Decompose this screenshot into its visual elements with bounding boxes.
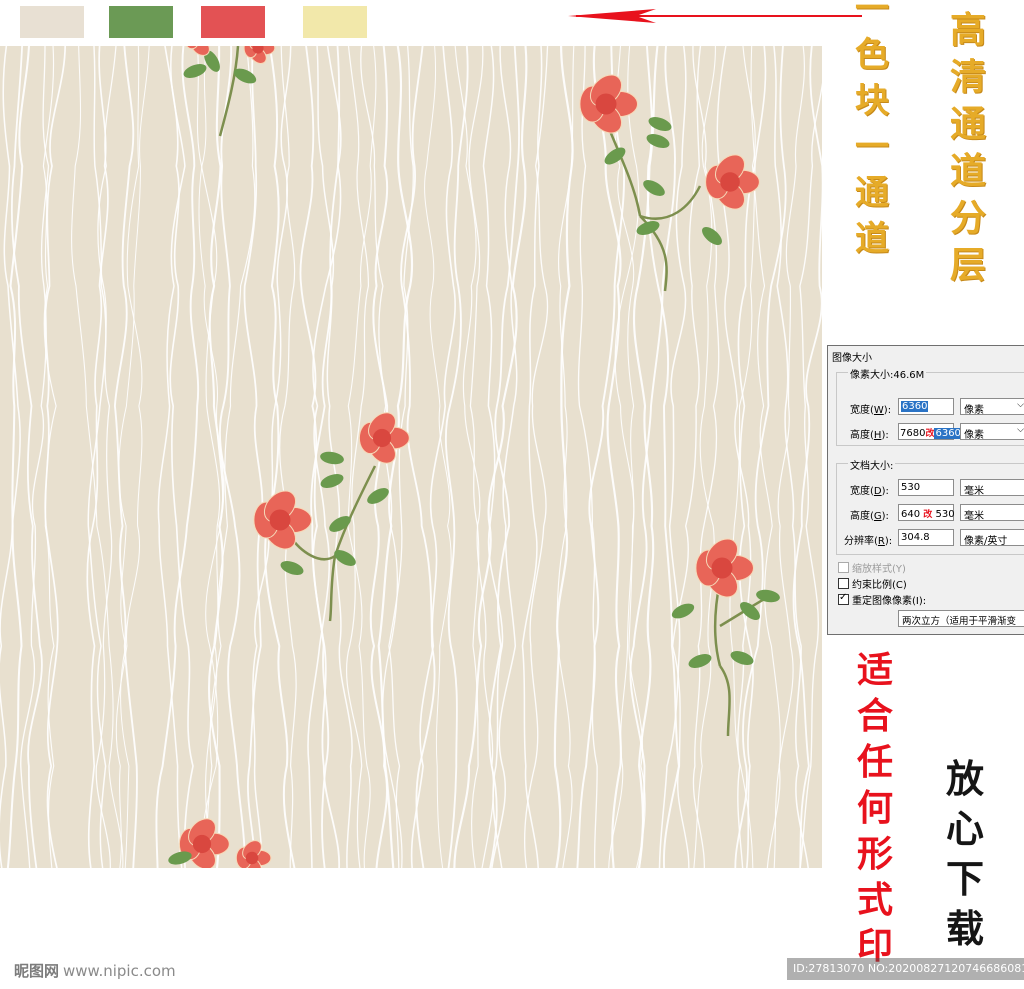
- black-annotation-char: 放: [946, 756, 985, 801]
- wavy-line: [206, 46, 256, 868]
- height-label: 高度(H):: [850, 430, 889, 441]
- leaf: [280, 561, 304, 575]
- site-watermark: 昵图网 www.nipic.com: [14, 962, 176, 980]
- leaf: [643, 180, 665, 196]
- leaf: [646, 134, 670, 148]
- wavy-line: [792, 46, 822, 868]
- pixel-size-label: 像素大小:46.6M: [848, 366, 927, 381]
- pixel-width-unit-select[interactable]: 像素 ⌵: [960, 398, 1024, 416]
- gold-annotation-char: 一: [855, 127, 889, 167]
- gold-annotation-char: 通: [950, 103, 987, 145]
- gold-annotation-char: 层: [950, 244, 987, 286]
- wavy-line: [773, 46, 809, 868]
- rose-flower: [358, 412, 410, 464]
- black-annotation-char: 载: [946, 906, 985, 951]
- red-annotation-char: 任: [857, 741, 894, 783]
- doc-width-unit-select[interactable]: 毫米: [960, 479, 1024, 497]
- annotation-hd-channel-layers: 高清通道分层: [950, 12, 986, 283]
- pixel-width-input[interactable]: 6360: [898, 398, 954, 415]
- document-size-label: 文档大小:: [848, 457, 896, 472]
- stem: [328, 555, 337, 622]
- wavy-line: [576, 46, 626, 868]
- annotation-suitable-any-print: 适合任何形式印: [857, 652, 893, 964]
- leaf: [671, 603, 695, 619]
- black-annotation-char: 下: [946, 856, 985, 901]
- red-annotation-char: 形: [857, 833, 894, 875]
- rose-flower: [235, 840, 272, 868]
- red-annotation-char: 何: [857, 787, 894, 829]
- arrow-left-icon: [568, 9, 862, 23]
- wavy-line: [658, 46, 687, 868]
- width-label: 宽度(W):: [850, 405, 892, 416]
- gold-annotation-char: 块: [855, 81, 889, 121]
- doc-height-label: 高度(G):: [850, 511, 889, 522]
- gold-annotation-char: 道: [855, 219, 889, 259]
- doc-width-input[interactable]: 530: [898, 479, 954, 496]
- constrain-proportions-checkbox[interactable]: 约束比例(C): [838, 576, 907, 591]
- wavy-line: [198, 46, 224, 868]
- gold-annotation-char: 色: [855, 35, 889, 75]
- wavy-line: [219, 46, 246, 868]
- wavy-line: [482, 46, 504, 868]
- swatch-green: [109, 6, 173, 38]
- floral-wallpaper-pattern: [0, 46, 822, 868]
- red-annotation-char: 适: [857, 649, 894, 691]
- rose-flower: [695, 538, 754, 598]
- gold-annotation-char: 一: [855, 0, 889, 29]
- resolution-input[interactable]: 304.8: [898, 529, 954, 546]
- wavy-line: [42, 46, 57, 868]
- dialog-title: 图像大小: [832, 353, 872, 364]
- swatch-red: [201, 6, 265, 38]
- pattern-canvas: [0, 46, 822, 868]
- wavy-line: [95, 46, 117, 868]
- gold-annotation-char: 清: [950, 56, 987, 98]
- wavy-line: [400, 46, 436, 868]
- pixel-height-unit-select[interactable]: 像素 ⌵: [960, 423, 1024, 441]
- wavy-line: [113, 46, 138, 868]
- scale-styles-checkbox[interactable]: 缩放样式(Y): [838, 560, 906, 575]
- annotation-download-safely: 放心下载: [946, 760, 984, 948]
- rose-flower: [705, 154, 760, 210]
- leaf: [648, 117, 672, 131]
- resample-checkbox[interactable]: 重定图像像素(I):: [838, 592, 926, 607]
- red-annotation-char: 合: [857, 695, 894, 737]
- swatch-beige: [20, 6, 84, 38]
- wavy-line: [608, 46, 635, 868]
- leaf: [320, 474, 344, 488]
- gold-annotation-char: 通: [855, 173, 889, 213]
- resolution-unit-select[interactable]: 像素/英寸: [960, 529, 1024, 547]
- image-size-dialog: 图像大小 像素大小:46.6M 宽度(W): 6360 像素 ⌵ 高度(H): 7…: [827, 345, 1024, 635]
- stem: [718, 665, 731, 737]
- doc-height-input[interactable]: 640 改 530: [898, 504, 955, 521]
- black-annotation-char: 心: [946, 806, 985, 851]
- wavy-line: [157, 46, 186, 868]
- wavy-line: [553, 46, 574, 868]
- leaf: [320, 451, 344, 465]
- stem: [218, 46, 240, 137]
- wavy-line: [424, 46, 452, 868]
- swatch-cream: [303, 6, 367, 38]
- annotation-one-color-one-channel: 一色块一通道: [855, 0, 889, 256]
- doc-width-label: 宽度(D):: [850, 486, 889, 497]
- resample-method-select[interactable]: 两次立方（适用于平滑渐变: [898, 610, 1024, 627]
- wavy-line: [488, 46, 520, 868]
- gold-annotation-char: 道: [950, 150, 987, 192]
- gold-annotation-char: 高: [950, 9, 987, 51]
- rose-flower: [579, 74, 638, 134]
- image-id-bar: ID:27813070 NO:20200827120746686081: [787, 958, 1024, 980]
- pixel-height-input[interactable]: 7680改6360: [898, 423, 962, 440]
- doc-height-unit-select[interactable]: 毫米: [960, 504, 1024, 522]
- wavy-line: [524, 46, 549, 868]
- wavy-line: [164, 46, 194, 868]
- wavy-line: [444, 46, 469, 868]
- resolution-label: 分辨率(R):: [844, 536, 893, 547]
- leaf: [367, 488, 389, 504]
- red-annotation-char: 式: [857, 879, 894, 921]
- wavy-line: [799, 82, 822, 868]
- gold-annotation-char: 分: [950, 197, 987, 239]
- wavy-line: [766, 46, 805, 868]
